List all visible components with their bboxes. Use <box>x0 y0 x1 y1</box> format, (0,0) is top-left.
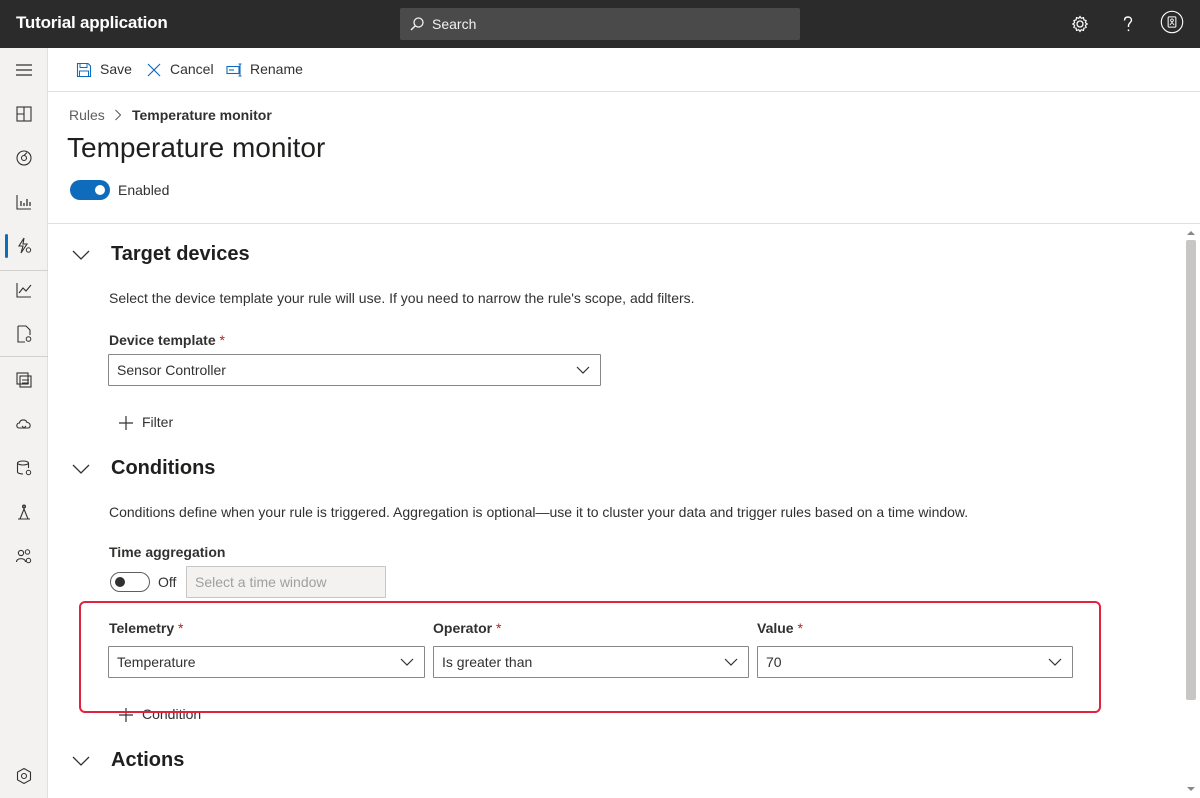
devices-icon <box>16 150 32 166</box>
menu-icon <box>16 64 32 76</box>
rename-label: Rename <box>250 61 303 77</box>
operator-value: Is greater than <box>442 654 533 670</box>
search-placeholder: Search <box>432 16 477 32</box>
add-filter-label: Filter <box>142 414 174 430</box>
scrollbar-thumb[interactable] <box>1186 240 1196 700</box>
dashboard-icon <box>16 106 32 122</box>
search-icon <box>410 17 424 31</box>
time-aggregation-toggle[interactable] <box>110 572 150 592</box>
save-label: Save <box>100 61 132 77</box>
left-nav <box>0 48 48 798</box>
command-bar: Save Cancel Rename <box>48 48 1200 92</box>
target-devices-title: Target devices <box>111 243 250 265</box>
nav-data-export[interactable] <box>0 402 48 446</box>
nav-administration[interactable] <box>0 490 48 534</box>
header-divider <box>48 223 1200 224</box>
chevron-down-icon <box>1048 658 1062 666</box>
actions-title: Actions <box>111 749 185 771</box>
conditions-title: Conditions <box>111 457 216 479</box>
cancel-button[interactable]: Cancel <box>146 60 216 80</box>
users-icon <box>15 549 32 564</box>
save-button[interactable]: Save <box>76 60 136 80</box>
chevron-down-icon <box>400 658 414 666</box>
nav-data[interactable] <box>0 446 48 490</box>
add-condition-button[interactable]: Condition <box>118 705 218 725</box>
nav-device-templates[interactable] <box>0 358 48 402</box>
add-condition-label: Condition <box>142 706 202 722</box>
nav-devices[interactable] <box>0 136 48 180</box>
nav-analytics[interactable] <box>0 180 48 224</box>
chevron-right-icon <box>115 109 122 121</box>
scroll-up-arrow-icon[interactable] <box>1186 228 1196 238</box>
jobs-icon <box>17 325 32 343</box>
conditions-description: Conditions define when your rule is trig… <box>109 504 969 520</box>
time-window-placeholder: Select a time window <box>195 574 327 590</box>
chevron-down-icon <box>576 366 590 374</box>
telemetry-dropdown[interactable]: Temperature <box>108 646 425 678</box>
chevron-down-icon[interactable] <box>72 463 90 475</box>
time-window-dropdown[interactable]: Select a time window <box>186 566 386 598</box>
app-title[interactable]: Tutorial application <box>16 13 168 33</box>
nav-menu[interactable] <box>0 48 48 92</box>
rename-button[interactable]: Rename <box>226 60 306 80</box>
value-dropdown[interactable]: 70 <box>757 646 1073 678</box>
page-title: Temperature monitor <box>67 132 326 163</box>
data-icon <box>16 460 32 476</box>
enabled-label: Enabled <box>118 182 170 198</box>
administration-icon <box>18 504 30 520</box>
operator-dropdown[interactable]: Is greater than <box>433 646 749 678</box>
time-aggregation-state: Off <box>158 574 177 590</box>
search-box[interactable]: Search <box>400 8 800 40</box>
chevron-down-icon[interactable] <box>72 249 90 261</box>
save-icon <box>76 62 92 78</box>
scroll-down-arrow-icon[interactable] <box>1186 784 1196 794</box>
nav-explore[interactable] <box>0 268 48 312</box>
device-template-dropdown[interactable]: Sensor Controller <box>108 354 601 386</box>
breadcrumb-current: Temperature monitor <box>132 107 272 123</box>
settings-icon[interactable] <box>1068 12 1092 36</box>
plus-icon <box>119 708 133 722</box>
enabled-toggle[interactable] <box>70 180 110 200</box>
time-aggregation-label: Time aggregation <box>109 544 226 560</box>
help-icon[interactable] <box>1116 12 1140 36</box>
nav-app-settings[interactable] <box>0 754 48 798</box>
rename-icon <box>226 63 242 77</box>
nav-users[interactable] <box>0 534 48 578</box>
analytics-icon <box>16 195 31 210</box>
device-template-label: Device template * <box>109 332 225 348</box>
plus-icon <box>119 416 133 430</box>
app-settings-icon <box>16 767 32 785</box>
data-export-icon <box>16 419 31 429</box>
account-icon[interactable] <box>1160 10 1184 34</box>
nav-rules[interactable] <box>0 224 48 268</box>
close-icon <box>147 63 161 77</box>
nav-jobs[interactable] <box>0 312 48 356</box>
breadcrumb-rules-link[interactable]: Rules <box>69 107 105 123</box>
cancel-label: Cancel <box>170 61 214 77</box>
telemetry-value: Temperature <box>117 654 196 670</box>
value-value: 70 <box>766 654 782 670</box>
target-devices-description: Select the device template your rule wil… <box>109 290 695 306</box>
top-bar: Tutorial application Search <box>0 0 1200 48</box>
chevron-down-icon <box>724 658 738 666</box>
rules-icon <box>18 237 32 254</box>
device-template-value: Sensor Controller <box>117 362 226 378</box>
add-filter-button[interactable]: Filter <box>118 413 198 433</box>
value-label: Value * <box>757 620 803 636</box>
chart-icon <box>16 283 32 298</box>
nav-dashboard[interactable] <box>0 92 48 136</box>
telemetry-label: Telemetry * <box>109 620 184 636</box>
device-templates-icon <box>16 372 32 388</box>
operator-label: Operator * <box>433 620 502 636</box>
chevron-down-icon[interactable] <box>72 755 90 767</box>
